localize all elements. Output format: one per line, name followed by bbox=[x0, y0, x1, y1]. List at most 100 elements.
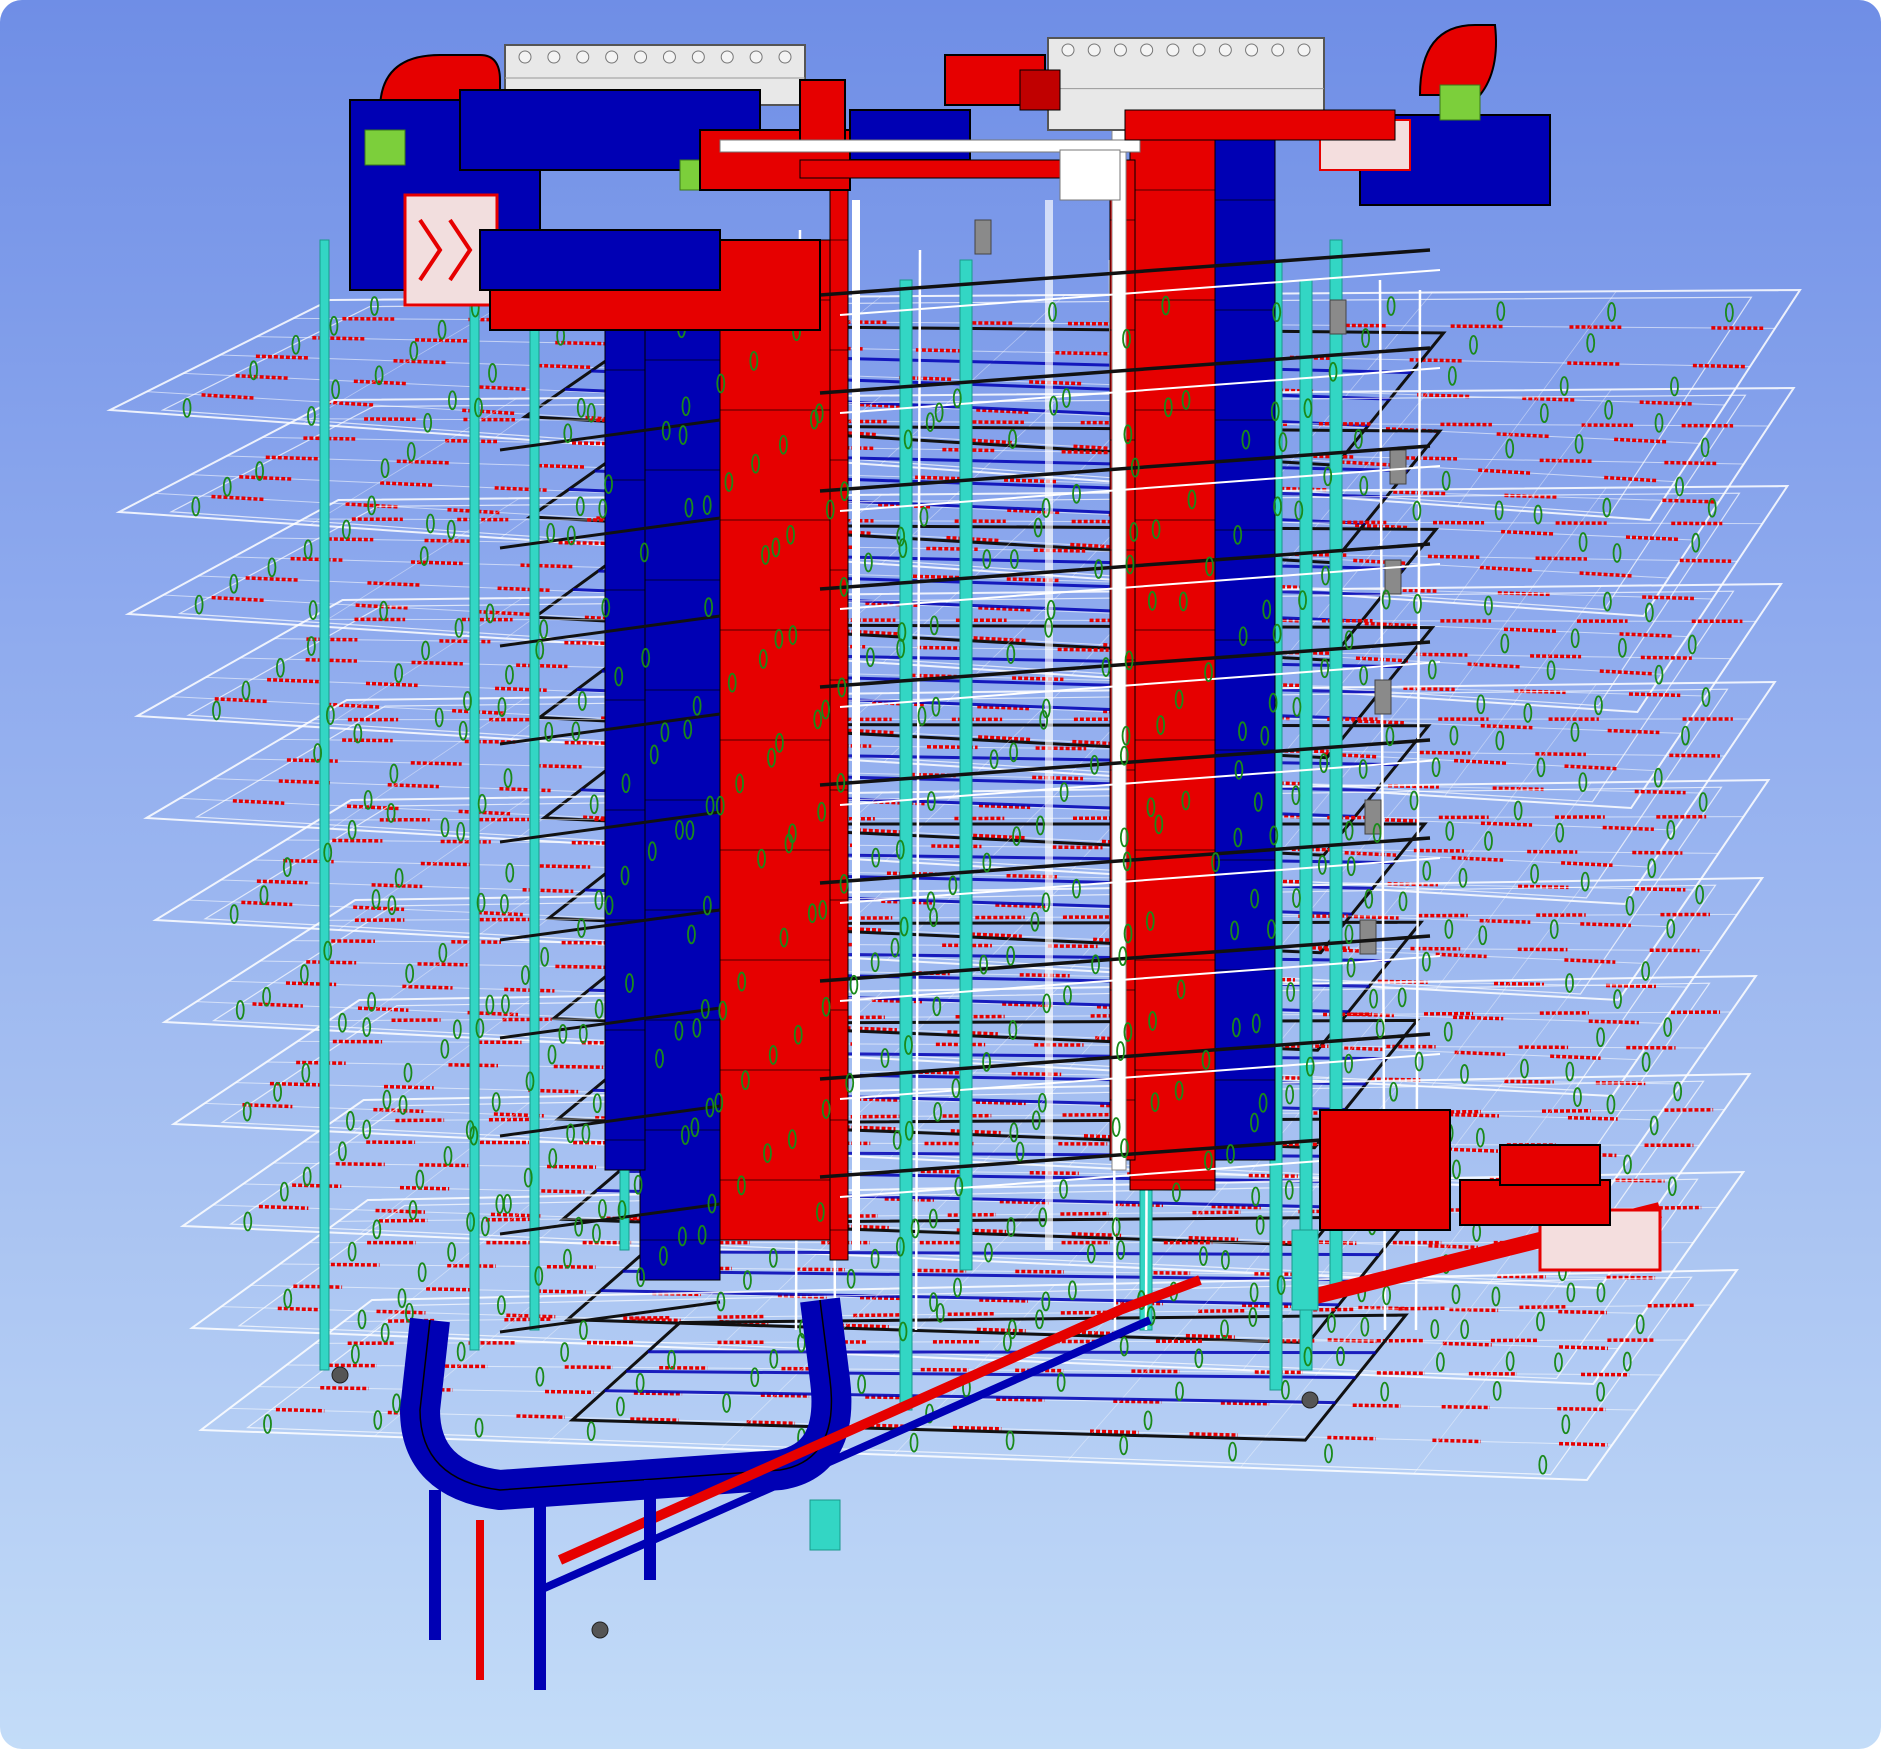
sprinkler-head bbox=[1292, 697, 1302, 717]
sprinkler-head bbox=[191, 496, 201, 517]
sprinkler-head bbox=[586, 1421, 596, 1442]
red-segment bbox=[1628, 692, 1681, 698]
fan-icon bbox=[576, 50, 590, 64]
sprinkler-head bbox=[1143, 1410, 1153, 1431]
sprinkler-head bbox=[909, 1432, 919, 1453]
roof-pipe-red bbox=[799, 159, 1101, 179]
sprinkler-head bbox=[405, 963, 415, 984]
sprinkler-head bbox=[1059, 782, 1069, 802]
sprinkler-head bbox=[440, 1038, 450, 1059]
red-segment bbox=[1479, 565, 1533, 573]
sprinkler-head bbox=[871, 847, 881, 868]
sprinkler-head bbox=[1520, 1058, 1529, 1079]
sprinkler-head bbox=[548, 1148, 558, 1168]
sprinkler-head bbox=[505, 862, 515, 883]
red-segment bbox=[1679, 558, 1732, 563]
red-segment bbox=[1405, 456, 1458, 461]
sprinkler-head bbox=[243, 1211, 253, 1232]
red-segment bbox=[553, 1064, 604, 1069]
sprinkler-head bbox=[857, 1374, 867, 1395]
sprinkler-head bbox=[1444, 919, 1454, 939]
red-segment bbox=[499, 786, 551, 793]
sprinkler-head bbox=[1380, 1381, 1390, 1402]
sprinkler-head bbox=[576, 397, 586, 418]
red-segment bbox=[1454, 1050, 1506, 1057]
red-segment bbox=[402, 984, 453, 990]
right-roof-red bbox=[1124, 109, 1396, 141]
sprinkler-head bbox=[380, 1322, 390, 1343]
sprinkler-head bbox=[1559, 376, 1569, 396]
sprinkler-head bbox=[263, 1414, 272, 1434]
sprinkler-head bbox=[1360, 1316, 1370, 1337]
red-segment bbox=[1535, 752, 1586, 757]
white-riser bbox=[1111, 129, 1127, 1171]
sprinkler-head bbox=[1687, 634, 1697, 655]
mep-3d-model[interactable] bbox=[0, 0, 1881, 1749]
sprinkler-head bbox=[1062, 388, 1071, 408]
sprinkler-head bbox=[1505, 438, 1515, 459]
red-segment bbox=[380, 481, 433, 487]
sprinkler-head bbox=[1536, 757, 1546, 778]
sprinkler-head bbox=[521, 965, 530, 985]
floor-plates bbox=[106, 288, 1802, 1482]
sprinkler-head bbox=[1449, 725, 1459, 746]
sprinkler-head bbox=[440, 817, 450, 838]
red-segment bbox=[411, 660, 463, 666]
sprinkler-head bbox=[1284, 1180, 1294, 1200]
sprinkler-head bbox=[1445, 821, 1455, 841]
red-segment bbox=[1352, 719, 1404, 725]
sprinkler-head bbox=[1602, 497, 1612, 518]
fan-icon bbox=[634, 50, 648, 64]
sprinkler-head bbox=[547, 1044, 557, 1065]
sprinkler-head bbox=[1570, 722, 1580, 742]
sprinkler-head bbox=[1321, 565, 1330, 586]
red-segment bbox=[383, 1084, 434, 1090]
sprinkler-head bbox=[1536, 1311, 1545, 1332]
sprinkler-head bbox=[1441, 470, 1451, 491]
red-segment bbox=[1012, 676, 1064, 682]
riser-pipe bbox=[319, 239, 330, 1371]
cross-line bbox=[316, 497, 520, 627]
sprinkler-head bbox=[575, 496, 585, 517]
sprinkler-head bbox=[1346, 856, 1356, 877]
white-vertical bbox=[852, 200, 860, 1250]
sprinkler-head bbox=[452, 1019, 462, 1040]
fan-icon bbox=[1218, 43, 1232, 57]
left-return-duct-small-body bbox=[604, 309, 646, 1171]
sprinkler-head bbox=[389, 763, 399, 784]
sprinkler-head bbox=[1505, 1351, 1515, 1372]
red-segment bbox=[1662, 498, 1715, 504]
sprinkler-head bbox=[409, 340, 419, 361]
red-segment bbox=[1588, 1019, 1639, 1025]
red-segment bbox=[1550, 1054, 1601, 1060]
red-segment bbox=[306, 960, 357, 965]
red-segment bbox=[1061, 449, 1114, 455]
riser-pipe bbox=[899, 279, 913, 1411]
sprinkler-head bbox=[1336, 1346, 1345, 1367]
sprinkler-head bbox=[1565, 973, 1574, 993]
valve bbox=[1359, 919, 1377, 955]
red-segment bbox=[1019, 973, 1070, 978]
red-segment bbox=[1579, 571, 1633, 578]
red-segment bbox=[1011, 1071, 1062, 1077]
sprinkler-head bbox=[1670, 376, 1679, 397]
sprinkler-head bbox=[594, 890, 604, 910]
sprinkler-head bbox=[1285, 1084, 1295, 1105]
model-viewport[interactable] bbox=[0, 0, 1881, 1749]
red-segment bbox=[1032, 775, 1084, 781]
sprinkler-head bbox=[928, 1208, 938, 1229]
sprinkler-head bbox=[267, 557, 277, 578]
sprinkler-head bbox=[577, 691, 587, 711]
sprinkler-head bbox=[1495, 730, 1505, 751]
red-segment bbox=[1504, 1079, 1554, 1084]
sprinkler-head bbox=[1116, 1240, 1126, 1260]
left-return-duct-body bbox=[639, 299, 721, 1281]
red-segment bbox=[1639, 400, 1693, 406]
red-segment bbox=[1599, 669, 1653, 676]
sprinkler-head bbox=[392, 1393, 401, 1414]
sprinkler-head bbox=[1539, 403, 1549, 424]
sprinkler-head bbox=[1435, 1352, 1445, 1372]
valve bbox=[1364, 799, 1382, 835]
red-segment bbox=[1640, 655, 1692, 660]
valve bbox=[1329, 299, 1347, 335]
